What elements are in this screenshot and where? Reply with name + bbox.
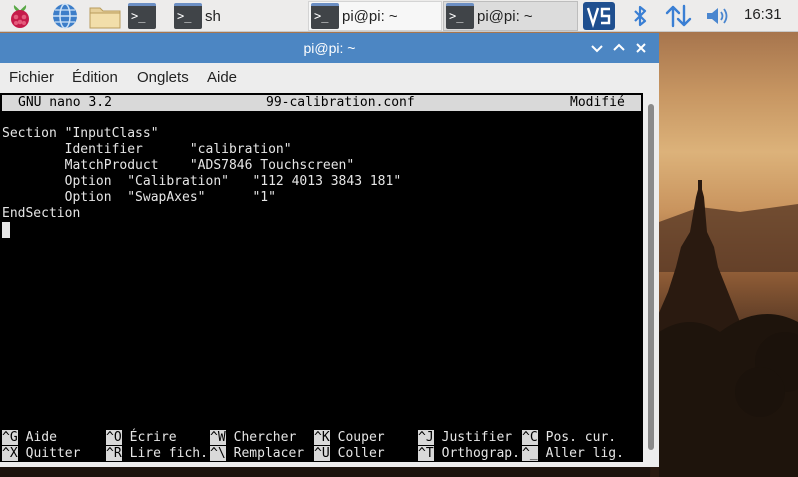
- task-label: pi@pi: ~: [342, 7, 398, 25]
- shortcut-remplacer[interactable]: ^\ Remplacer: [210, 446, 304, 462]
- nano-header: GNU nano 3.2 99-calibration.conf Modifié: [2, 95, 641, 111]
- shortcut-lire-fich[interactable]: ^R Lire fich.: [106, 446, 208, 462]
- shortcut-key: ^R: [106, 446, 122, 461]
- shortcut-key: ^C: [522, 430, 538, 445]
- shortcut-key: ^X: [2, 446, 18, 461]
- bluetooth-icon[interactable]: [630, 4, 650, 28]
- window-title: pi@pi: ~: [303, 40, 356, 56]
- shortcut-label: Lire fich.: [129, 446, 208, 461]
- window-titlebar[interactable]: pi@pi: ~: [0, 33, 659, 63]
- shortcut-key: ^_: [522, 446, 538, 461]
- shortcut-justifier[interactable]: ^J Justifier: [418, 430, 512, 446]
- menu-edition[interactable]: Édition: [72, 69, 118, 86]
- window-border: [0, 462, 659, 467]
- shortcut-couper[interactable]: ^K Couper: [314, 430, 385, 446]
- folder-icon[interactable]: [88, 2, 122, 30]
- menu-aide[interactable]: Aide: [207, 69, 237, 86]
- menu-bar: Fichier Édition Onglets Aide: [0, 63, 659, 93]
- taskbar-terminal-1[interactable]: >_: [126, 1, 168, 31]
- shortcut-label: Aller lig.: [545, 446, 624, 461]
- code-line: EndSection: [2, 206, 81, 221]
- shortcut-key: ^\: [210, 446, 226, 461]
- minimize-icon[interactable]: [587, 38, 607, 58]
- shortcut-label: Justifier: [441, 430, 513, 445]
- shortcut-orthograp[interactable]: ^T Orthograp.: [418, 446, 520, 462]
- taskbar-terminal-pi-1[interactable]: >_ pi@pi: ~: [308, 1, 442, 31]
- code-line: Option "SwapAxes" "1": [2, 190, 276, 205]
- shortcut-ecrire[interactable]: ^O Écrire: [106, 430, 177, 446]
- terminal-icon: >_: [128, 3, 156, 29]
- shortcut-quitter[interactable]: ^X Quitter: [2, 446, 80, 462]
- taskbar-terminal-pi-2[interactable]: >_ pi@pi: ~: [443, 1, 578, 31]
- code-line: Identifier "calibration": [2, 142, 292, 157]
- shortcut-key: ^O: [106, 430, 122, 445]
- shortcut-label: Aide: [25, 430, 57, 445]
- network-arrows-icon[interactable]: [664, 4, 694, 28]
- task-label: pi@pi: ~: [477, 7, 533, 25]
- terminal-area[interactable]: GNU nano 3.2 99-calibration.conf Modifié…: [0, 93, 643, 462]
- clock[interactable]: 16:31: [744, 6, 782, 23]
- shortcut-key: ^U: [314, 446, 330, 461]
- terminal-icon: >_: [174, 3, 202, 29]
- shortcut-label: Couper: [337, 430, 385, 445]
- shortcut-label: Orthograp.: [441, 446, 520, 461]
- text-cursor: [2, 222, 10, 238]
- code-line: MatchProduct "ADS7846 Touchscreen": [2, 158, 355, 173]
- scrollbar-thumb[interactable]: [648, 104, 654, 450]
- nano-status: Modifié: [570, 95, 625, 110]
- terminal-scrollbar[interactable]: [643, 93, 659, 462]
- raspberry-icon[interactable]: [5, 2, 35, 30]
- shortcut-label: Chercher: [233, 430, 297, 445]
- shortcut-pos-cur[interactable]: ^C Pos. cur.: [522, 430, 616, 446]
- shortcut-aller-lig[interactable]: ^_ Aller lig.: [522, 446, 624, 462]
- terminal-window: pi@pi: ~ Fichier Édition Onglets Aide GN…: [0, 33, 659, 467]
- terminal-icon: >_: [311, 3, 339, 29]
- shortcut-label: Quitter: [25, 446, 81, 461]
- shortcut-key: ^T: [418, 446, 434, 461]
- nano-version: GNU nano 3.2: [18, 95, 112, 110]
- shortcut-label: Pos. cur.: [545, 430, 617, 445]
- shortcut-aide[interactable]: ^G Aide: [2, 430, 57, 446]
- shortcut-coller[interactable]: ^U Coller: [314, 446, 385, 462]
- code-line: Section "InputClass": [2, 126, 159, 141]
- shortcut-label: Écrire: [129, 430, 177, 445]
- shortcut-label: Coller: [337, 446, 385, 461]
- taskbar-terminal-sh[interactable]: >_ sh: [172, 1, 306, 31]
- globe-icon[interactable]: [50, 2, 80, 30]
- menu-fichier[interactable]: Fichier: [9, 69, 54, 86]
- volume-icon[interactable]: [704, 4, 732, 28]
- code-line: Option "Calibration" "112 4013 3843 181": [2, 174, 402, 189]
- shortcut-label: Remplacer: [233, 446, 305, 461]
- vnc-icon[interactable]: [582, 1, 616, 31]
- shortcut-key: ^J: [418, 430, 434, 445]
- shortcut-chercher[interactable]: ^W Chercher: [210, 430, 296, 446]
- maximize-icon[interactable]: [609, 38, 629, 58]
- shortcut-key: ^G: [2, 430, 18, 445]
- taskbar-panel: >_ >_ sh >_ pi@pi: ~ >_ pi@pi: ~ 16:31: [0, 0, 798, 32]
- terminal-icon: >_: [446, 3, 474, 29]
- menu-onglets[interactable]: Onglets: [137, 69, 189, 86]
- shortcut-key: ^K: [314, 430, 330, 445]
- nano-filename: 99-calibration.conf: [266, 95, 415, 110]
- close-icon[interactable]: [631, 38, 651, 58]
- shortcut-key: ^W: [210, 430, 226, 445]
- task-label: sh: [205, 7, 221, 25]
